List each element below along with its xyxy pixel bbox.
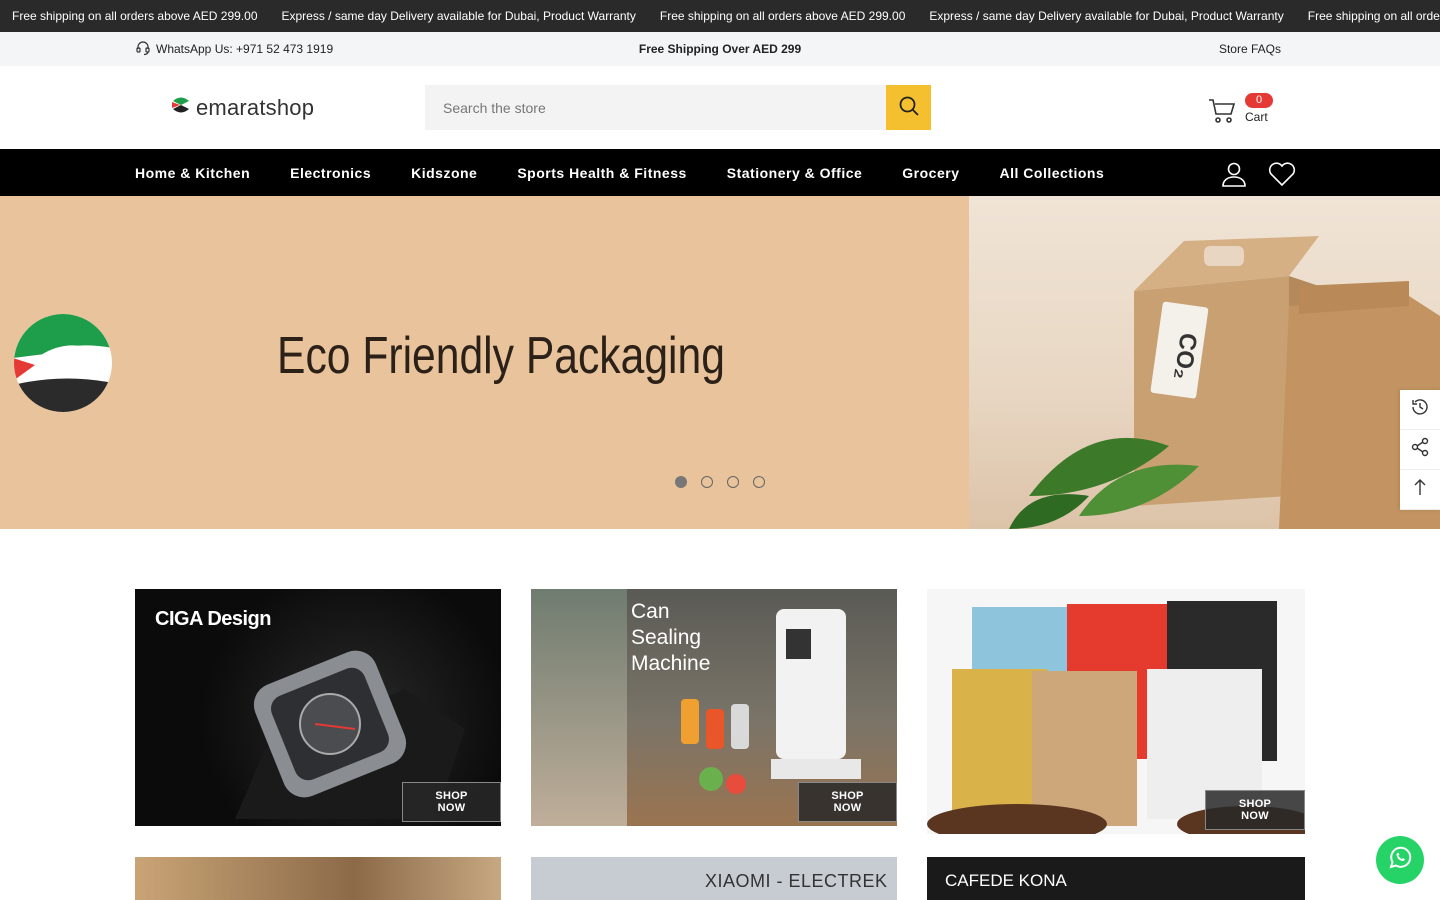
search-button[interactable]	[886, 85, 931, 130]
cart-count-badge: 0	[1245, 93, 1274, 108]
hero-packaging-image: CO₂	[969, 196, 1440, 529]
announcement-item: Free shipping on all orders above AED 29…	[1307, 9, 1440, 23]
banner-title: CIGA Design	[155, 608, 272, 630]
cart-label: Cart	[1245, 110, 1268, 124]
wishlist-heart-icon[interactable]	[1268, 161, 1296, 192]
shop-now-button[interactable]: SHOP NOW	[798, 782, 897, 822]
nav-item-kidszone[interactable]: Kidszone	[411, 165, 477, 181]
slider-dot-3[interactable]	[727, 476, 739, 488]
slider-dot-4[interactable]	[753, 476, 765, 488]
uae-falcon-emblem-icon	[13, 313, 113, 418]
nav-item-sports-health-fitness[interactable]: Sports Health & Fitness	[517, 165, 686, 181]
site-header: emaratshop 0 Cart	[0, 66, 1440, 149]
site-logo[interactable]: emaratshop	[170, 94, 314, 121]
main-nav: Home & Kitchen Electronics Kidszone Spor…	[0, 149, 1440, 196]
nav-icons	[1221, 161, 1296, 192]
announcement-item: Free shipping on all orders above AED 29…	[659, 9, 906, 23]
whatsapp-chat-button[interactable]	[1376, 836, 1424, 884]
store-faqs-link[interactable]: Store FAQs	[1219, 42, 1281, 56]
banner-title: CAFEDE KONA	[945, 871, 1067, 890]
cart-icon	[1207, 96, 1237, 131]
banner-xiaomi-electrek[interactable]: XIAOMI - ELECTREK	[531, 857, 897, 900]
history-icon	[1410, 397, 1430, 422]
search-icon	[898, 95, 920, 120]
cart-button[interactable]: 0 Cart	[1207, 91, 1285, 131]
shipping-notice-text: Free Shipping Over AED 299	[638, 42, 802, 56]
arrow-up-icon	[1410, 477, 1430, 502]
shop-now-button[interactable]: SHOP NOW	[1205, 790, 1305, 830]
utility-bar: WhatsApp Us: +971 52 473 1919 Free Shipp…	[0, 32, 1440, 66]
recently-viewed-button[interactable]	[1400, 390, 1440, 430]
announcement-bar: Free shipping on all orders above AED 29…	[0, 0, 1440, 32]
emaratshop-logo-icon	[170, 94, 192, 121]
banner-ciga-design[interactable]: CIGA Design SHOP NOW	[135, 589, 501, 826]
search-input[interactable]	[425, 85, 886, 130]
share-icon	[1410, 437, 1430, 462]
headset-icon	[135, 40, 151, 59]
hero-title: Eco Friendly Packaging	[277, 327, 725, 385]
whatsapp-icon	[1387, 845, 1413, 876]
slider-dot-2[interactable]	[701, 476, 713, 488]
hero-slider[interactable]: Eco Friendly Packaging CO₂	[0, 196, 1440, 529]
whatsapp-contact[interactable]: WhatsApp Us: +971 52 473 1919	[135, 40, 333, 59]
slider-dot-1[interactable]	[675, 476, 687, 488]
share-button[interactable]	[1400, 430, 1440, 470]
nav-item-home-kitchen[interactable]: Home & Kitchen	[135, 165, 250, 181]
drinks-photo	[531, 589, 627, 826]
banner-gift-packaging[interactable]	[135, 857, 501, 900]
banner-can-sealing-machine[interactable]: Can Sealing Machine SHOP NOW	[531, 589, 897, 826]
whatsapp-number: WhatsApp Us: +971 52 473 1919	[156, 42, 334, 56]
nav-item-stationery-office[interactable]: Stationery & Office	[727, 165, 863, 181]
search-form	[425, 85, 931, 130]
nav-item-electronics[interactable]: Electronics	[290, 165, 371, 181]
back-to-top-button[interactable]	[1400, 470, 1440, 510]
side-tools	[1400, 390, 1440, 510]
slider-pagination	[675, 476, 765, 488]
shop-now-button[interactable]: SHOP NOW	[402, 782, 501, 822]
announcement-item: Express / same day Delivery available fo…	[929, 9, 1284, 23]
account-icon[interactable]	[1221, 161, 1247, 192]
logo-text: emaratshop	[196, 94, 315, 120]
announcement-item: Express / same day Delivery available fo…	[281, 9, 636, 23]
banner-coffee-packaging[interactable]: SHOP NOW	[927, 589, 1305, 834]
nav-item-grocery[interactable]: Grocery	[902, 165, 959, 181]
banner-cafede-kona[interactable]: CAFEDE KONA	[927, 857, 1305, 900]
announcement-item: Free shipping on all orders above AED 29…	[12, 9, 258, 23]
nav-item-all-collections[interactable]: All Collections	[1000, 165, 1105, 181]
cart-info: 0 Cart	[1245, 91, 1285, 131]
banner-title: XIAOMI - ELECTREK	[705, 871, 888, 891]
